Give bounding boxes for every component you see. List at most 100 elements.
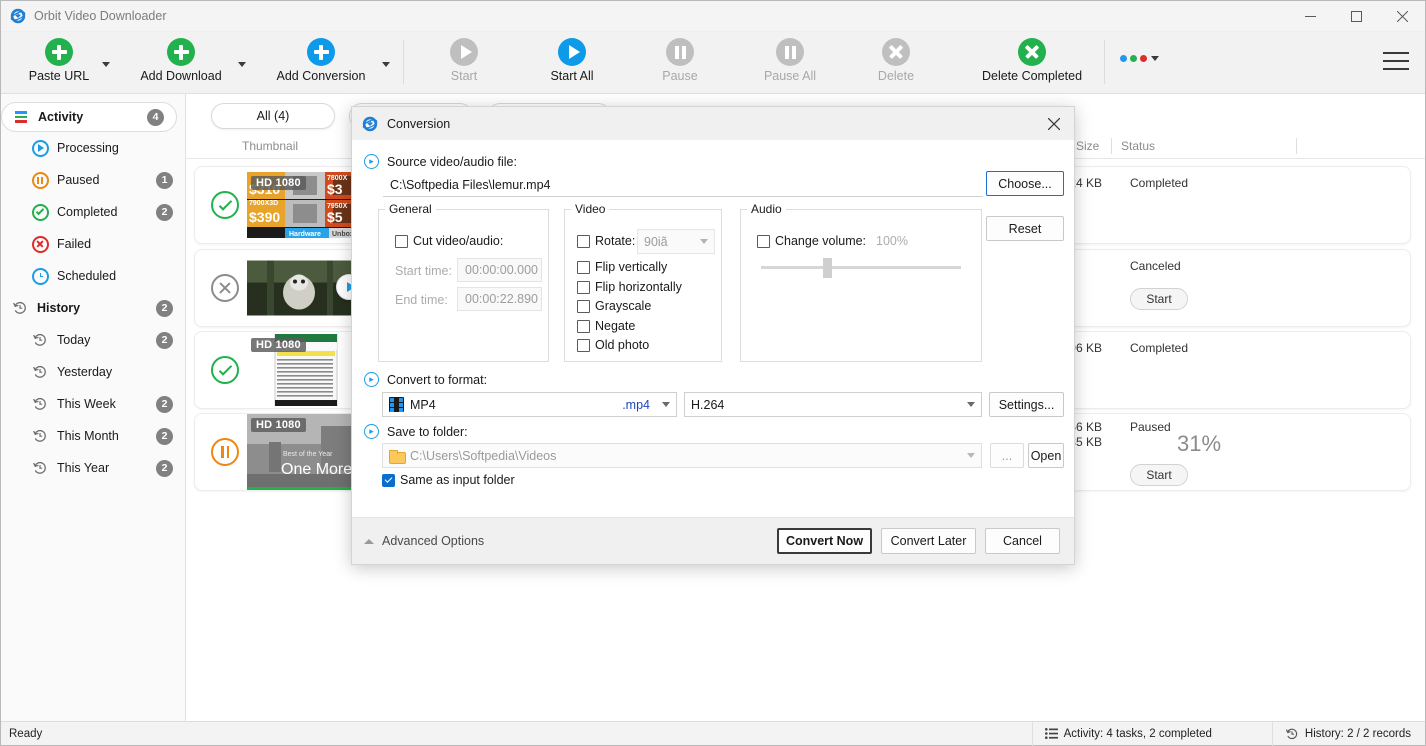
row-start-button[interactable]: Start <box>1130 464 1188 486</box>
toolbar-button-pause-all[interactable]: Pause All <box>758 32 822 94</box>
rotate-select[interactable]: 90iã <box>637 229 715 254</box>
sidebar-item-paused[interactable]: Paused 1 <box>1 164 185 196</box>
chevron-down-icon <box>967 453 975 458</box>
row-start-button[interactable]: Start <box>1130 288 1188 310</box>
convert-now-button[interactable]: Convert Now <box>777 528 872 554</box>
end-time-input[interactable]: 00:00:22.890 <box>457 287 542 311</box>
mp4-file-icon <box>389 397 404 412</box>
sidebar-item-activity[interactable]: Activity 4 <box>1 102 177 132</box>
advanced-options-toggle[interactable]: Advanced Options <box>364 534 484 548</box>
toolbar-button-delete-completed[interactable]: Delete Completed <box>974 32 1090 94</box>
close-button[interactable] <box>1379 1 1425 32</box>
save-folder-path: C:\Users\Softpedia\Videos <box>410 448 557 463</box>
tab-all[interactable]: All (4) <box>211 103 335 129</box>
sidebar-item-failed[interactable]: Failed <box>1 228 185 260</box>
volume-slider[interactable] <box>761 258 961 278</box>
hamburger-menu-icon[interactable] <box>1383 50 1409 72</box>
sidebar-label: This Month <box>57 429 119 443</box>
same-as-input-folder-checkbox[interactable]: Same as input folder <box>382 473 515 487</box>
checkbox-box <box>382 473 395 487</box>
sidebar-item-yesterday[interactable]: Yesterday <box>1 356 185 388</box>
sidebar-item-this-year[interactable]: This Year 2 <box>1 452 185 484</box>
minimize-button[interactable] <box>1287 1 1333 32</box>
old-photo-checkbox[interactable]: Old photo <box>577 338 649 352</box>
status-dots-menu[interactable] <box>1119 32 1159 94</box>
chevron-down-icon <box>967 402 975 407</box>
rotate-value: 90iã <box>644 234 668 249</box>
close-icon[interactable] <box>1034 107 1074 140</box>
sidebar-item-this-week[interactable]: This Week 2 <box>1 388 185 420</box>
plus-circle-green-icon <box>45 38 73 66</box>
toolbar-button-paste-url[interactable]: Paste URL <box>23 32 95 94</box>
flip-horizontally-checkbox[interactable]: Flip horizontally <box>577 280 682 294</box>
paste-url-dropdown-caret[interactable] <box>95 32 117 94</box>
sidebar-item-this-month[interactable]: This Month 2 <box>1 420 185 452</box>
change-volume-checkbox[interactable]: Change volume: 100% <box>757 234 908 248</box>
volume-slider-thumb[interactable] <box>823 258 832 278</box>
row-thumbnail[interactable]: $310 $390 7900X3D 7800X $3 7950X $5 Hard… <box>247 172 365 238</box>
browse-folder-button[interactable]: ... <box>990 443 1024 468</box>
sidebar-item-history[interactable]: History 2 <box>1 292 185 324</box>
source-file-section-label: ▸ Source video/audio file: <box>364 154 517 169</box>
hd-badge: HD 1080 <box>251 176 306 190</box>
column-header-size[interactable]: Size <box>1076 139 1099 153</box>
choose-label: Choose... <box>998 176 1052 191</box>
format-container-select[interactable]: MP4 .mp4 <box>382 392 677 417</box>
folder-icon <box>389 449 406 464</box>
row-thumbnail[interactable]: HD 1080 <box>247 334 365 406</box>
sidebar-label: Today <box>57 333 91 347</box>
toolbar-button-add-conversion[interactable]: Add Conversion <box>267 32 375 94</box>
sidebar-badge: 2 <box>156 299 173 317</box>
sidebar-item-completed[interactable]: Completed 2 <box>1 196 185 228</box>
sidebar-label: Completed <box>57 205 118 219</box>
save-folder-select[interactable]: C:\Users\Softpedia\Videos <box>382 443 982 468</box>
status-history-segment[interactable]: History: 2 / 2 records <box>1285 727 1411 741</box>
sidebar-label: This Week <box>57 397 116 411</box>
window-title: Orbit Video Downloader <box>34 9 167 23</box>
cut-video-audio-checkbox[interactable]: Cut video/audio: <box>395 234 503 248</box>
start-time-input[interactable]: 00:00:00.000 <box>457 258 542 282</box>
format-codec-select[interactable]: H.264 <box>684 392 982 417</box>
cancel-button[interactable]: Cancel <box>985 528 1060 554</box>
add-conversion-dropdown-caret[interactable] <box>375 32 397 94</box>
sidebar-item-processing[interactable]: Processing <box>1 132 185 164</box>
sidebar-item-today[interactable]: Today 2 <box>1 324 185 356</box>
toolbar-button-add-download[interactable]: Add Download <box>131 32 231 94</box>
choose-button[interactable]: Choose... <box>986 171 1064 196</box>
close-circle-grey-icon <box>882 38 910 66</box>
column-header-status[interactable]: Status <box>1121 139 1155 153</box>
open-label: Open <box>1030 448 1062 463</box>
add-download-dropdown-caret[interactable] <box>231 32 253 94</box>
sidebar-item-scheduled[interactable]: Scheduled <box>1 260 185 292</box>
sidebar-label: Paused <box>57 173 100 187</box>
start-time-value: 00:00:00.000 <box>465 263 538 277</box>
sidebar-badge: 2 <box>156 427 173 445</box>
toolbar-button-start[interactable]: Start <box>434 32 494 94</box>
maximize-button[interactable] <box>1333 1 1379 32</box>
checkbox-box <box>577 338 590 352</box>
chevron-right-icon: ▸ <box>364 372 379 387</box>
toolbar-button-pause[interactable]: Pause <box>650 32 710 94</box>
negate-checkbox[interactable]: Negate <box>577 319 635 333</box>
sidebar: Activity 4 Processing Paused 1 Completed… <box>1 94 186 721</box>
x-circle-red-icon <box>31 235 49 253</box>
status-activity-segment[interactable]: Activity: 4 tasks, 2 completed <box>1044 728 1212 740</box>
column-header-thumbnail[interactable]: Thumbnail <box>242 139 298 153</box>
toolbar-button-start-all[interactable]: Start All <box>542 32 602 94</box>
open-folder-button[interactable]: Open <box>1028 443 1064 468</box>
toolbar-button-delete[interactable]: Delete <box>866 32 926 94</box>
grayscale-checkbox[interactable]: Grayscale <box>577 299 651 313</box>
video-group: Video Rotate: 90iã Flip vertically Flip … <box>564 202 722 362</box>
reset-button[interactable]: Reset <box>986 216 1064 241</box>
format-extension: .mp4 <box>622 397 650 412</box>
rotate-checkbox[interactable]: Rotate: <box>577 234 635 248</box>
settings-button[interactable]: Settings... <box>989 392 1064 417</box>
checkbox-box <box>577 299 590 313</box>
convert-later-button[interactable]: Convert Later <box>881 528 976 554</box>
sidebar-label: This Year <box>57 461 110 475</box>
svg-text:$390: $390 <box>249 209 280 225</box>
sidebar-badge: 2 <box>156 331 173 349</box>
chevron-right-icon: ▸ <box>364 424 379 439</box>
flip-vertically-checkbox[interactable]: Flip vertically <box>577 260 667 274</box>
source-file-input[interactable]: C:\Softpedia Files\lemur.mp4 <box>383 173 983 197</box>
